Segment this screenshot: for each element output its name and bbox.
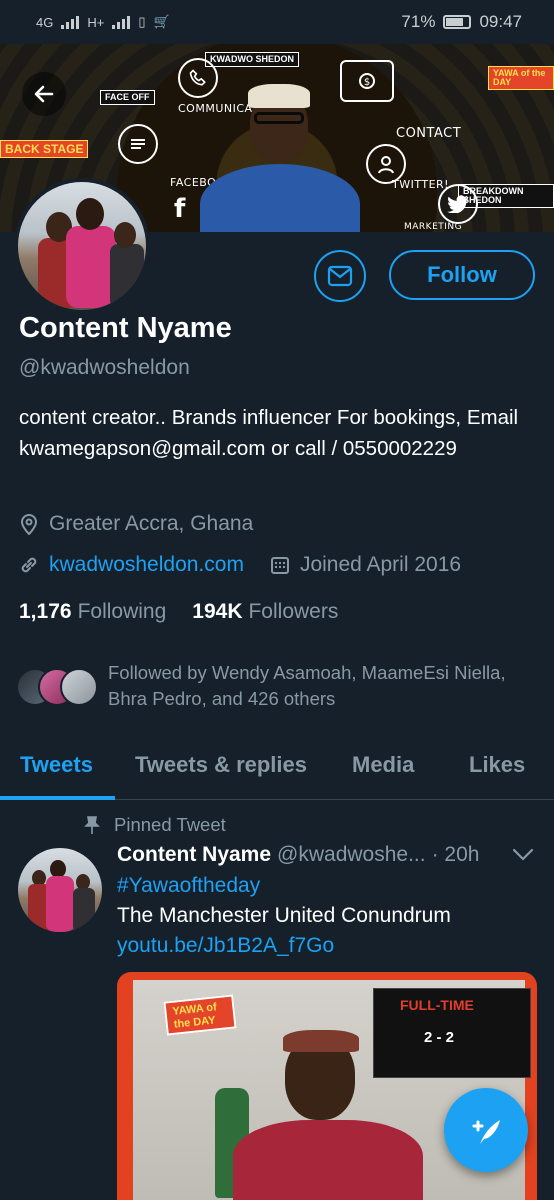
status-bar: 4G H+ ▯ 🛒 71% 09:47 xyxy=(0,0,554,44)
cart-icon: 🛒 xyxy=(153,14,170,29)
media-scoreboard: FULL-TIME 2 - 2 xyxy=(373,988,531,1078)
vibrate-icon: ▯ xyxy=(138,14,146,29)
tweet-time: · 20h xyxy=(431,843,480,866)
network-type-2: H+ xyxy=(87,14,105,30)
banner-word: TWITTER! xyxy=(392,178,450,191)
location-pin-icon xyxy=(20,514,38,535)
profile-bio: content creator.. Brands influencer For … xyxy=(19,406,519,460)
arrow-left-icon xyxy=(34,85,54,103)
profile-name: Content Nyame xyxy=(19,312,232,344)
location-text: Greater Accra, Ghana xyxy=(49,512,254,535)
following-count: 1,176 xyxy=(19,600,72,623)
followed-by-row[interactable]: Followed by Wendy Asamoah, MaameEsi Niel… xyxy=(16,660,536,712)
pinned-label: Pinned Tweet xyxy=(114,814,226,835)
profile-avatar[interactable] xyxy=(14,178,150,314)
follow-button[interactable]: Follow xyxy=(389,250,535,300)
tweet-text: The Manchester United Conundrum xyxy=(117,904,451,927)
tab-tweets-replies[interactable]: Tweets & replies xyxy=(135,752,307,778)
tweet-author-handle: @kwadwoshe... xyxy=(277,843,426,866)
tweet-link[interactable]: youtu.be/Jb1B2A_f7Go xyxy=(117,934,334,958)
active-tab-indicator xyxy=(0,796,115,800)
media-score: 2 - 2 xyxy=(424,1029,455,1046)
profile-tabs: Tweets Tweets & replies Media Likes xyxy=(0,740,554,800)
banner-tag: BACK STAGE xyxy=(0,140,89,158)
followers-stat[interactable]: 194K Followers xyxy=(192,600,338,624)
signal-icon xyxy=(61,15,80,29)
profile-handle: @kwadwosheldon xyxy=(19,356,190,379)
facebook-f-icon: f xyxy=(174,194,186,224)
tweet-hashtag[interactable]: #Yawaoftheday xyxy=(117,874,260,898)
chevron-down-icon xyxy=(512,848,534,861)
calendar-icon xyxy=(270,557,289,574)
signal-icon-2 xyxy=(112,15,131,29)
website-joined-row: kwadwosheldon.com Joined April 2016 xyxy=(19,553,461,577)
tweet-author-name[interactable]: Content Nyame xyxy=(117,843,271,867)
following-label: Following xyxy=(77,600,167,623)
location-row: Greater Accra, Ghana xyxy=(19,512,253,536)
tab-media[interactable]: Media xyxy=(352,752,414,778)
joined-text: Joined April 2016 xyxy=(299,553,462,576)
contact-icon xyxy=(366,144,406,184)
clock: 09:47 xyxy=(479,12,522,31)
battery-percent: 71% xyxy=(401,12,436,31)
network-type-1: 4G xyxy=(36,14,54,30)
tab-tweets[interactable]: Tweets xyxy=(20,752,93,778)
back-button[interactable] xyxy=(22,72,66,116)
pinned-indicator: Pinned Tweet xyxy=(84,814,226,836)
twitter-bird-icon xyxy=(438,184,478,224)
message-button[interactable] xyxy=(314,250,366,302)
status-right: 71% 09:47 xyxy=(401,12,522,32)
following-stat[interactable]: 1,176 Following xyxy=(19,600,166,624)
tweet-author-avatar[interactable] xyxy=(18,848,102,932)
mini-avatar xyxy=(60,668,98,706)
followed-by-avatars xyxy=(16,668,98,708)
banner-tag: YAWA of the DAY xyxy=(488,66,554,90)
media-fulltime: FULL-TIME xyxy=(400,997,474,1013)
pin-icon xyxy=(84,816,100,834)
followed-by-text: Followed by Wendy Asamoah, MaameEsi Niel… xyxy=(108,662,506,709)
status-left: 4G H+ ▯ 🛒 xyxy=(36,14,170,30)
tweet-header: Content Nyame @kwadwoshe... · 20h xyxy=(117,843,537,867)
svg-text:$: $ xyxy=(364,77,370,88)
followers-count: 194K xyxy=(192,600,243,623)
chat-icon xyxy=(118,124,158,164)
banner-tag: KWADWO SHEDON xyxy=(205,52,299,67)
banner-person xyxy=(200,84,360,232)
followers-label: Followers xyxy=(248,600,339,623)
compose-tweet-button[interactable] xyxy=(444,1088,528,1172)
compose-feather-icon xyxy=(472,1120,500,1144)
link-icon xyxy=(21,557,37,573)
website-link[interactable]: kwadwosheldon.com xyxy=(49,553,244,577)
banner-word: CONTACT xyxy=(396,126,462,141)
tab-likes[interactable]: Likes xyxy=(469,752,525,778)
follow-stats: 1,176 Following 194K Followers xyxy=(19,600,338,624)
media-badge: YAWA of the DAY xyxy=(163,994,237,1036)
battery-icon xyxy=(443,15,472,29)
envelope-icon xyxy=(327,265,353,287)
banner-tag: FACE OFF xyxy=(100,90,155,105)
tweet-menu-button[interactable] xyxy=(512,848,534,867)
